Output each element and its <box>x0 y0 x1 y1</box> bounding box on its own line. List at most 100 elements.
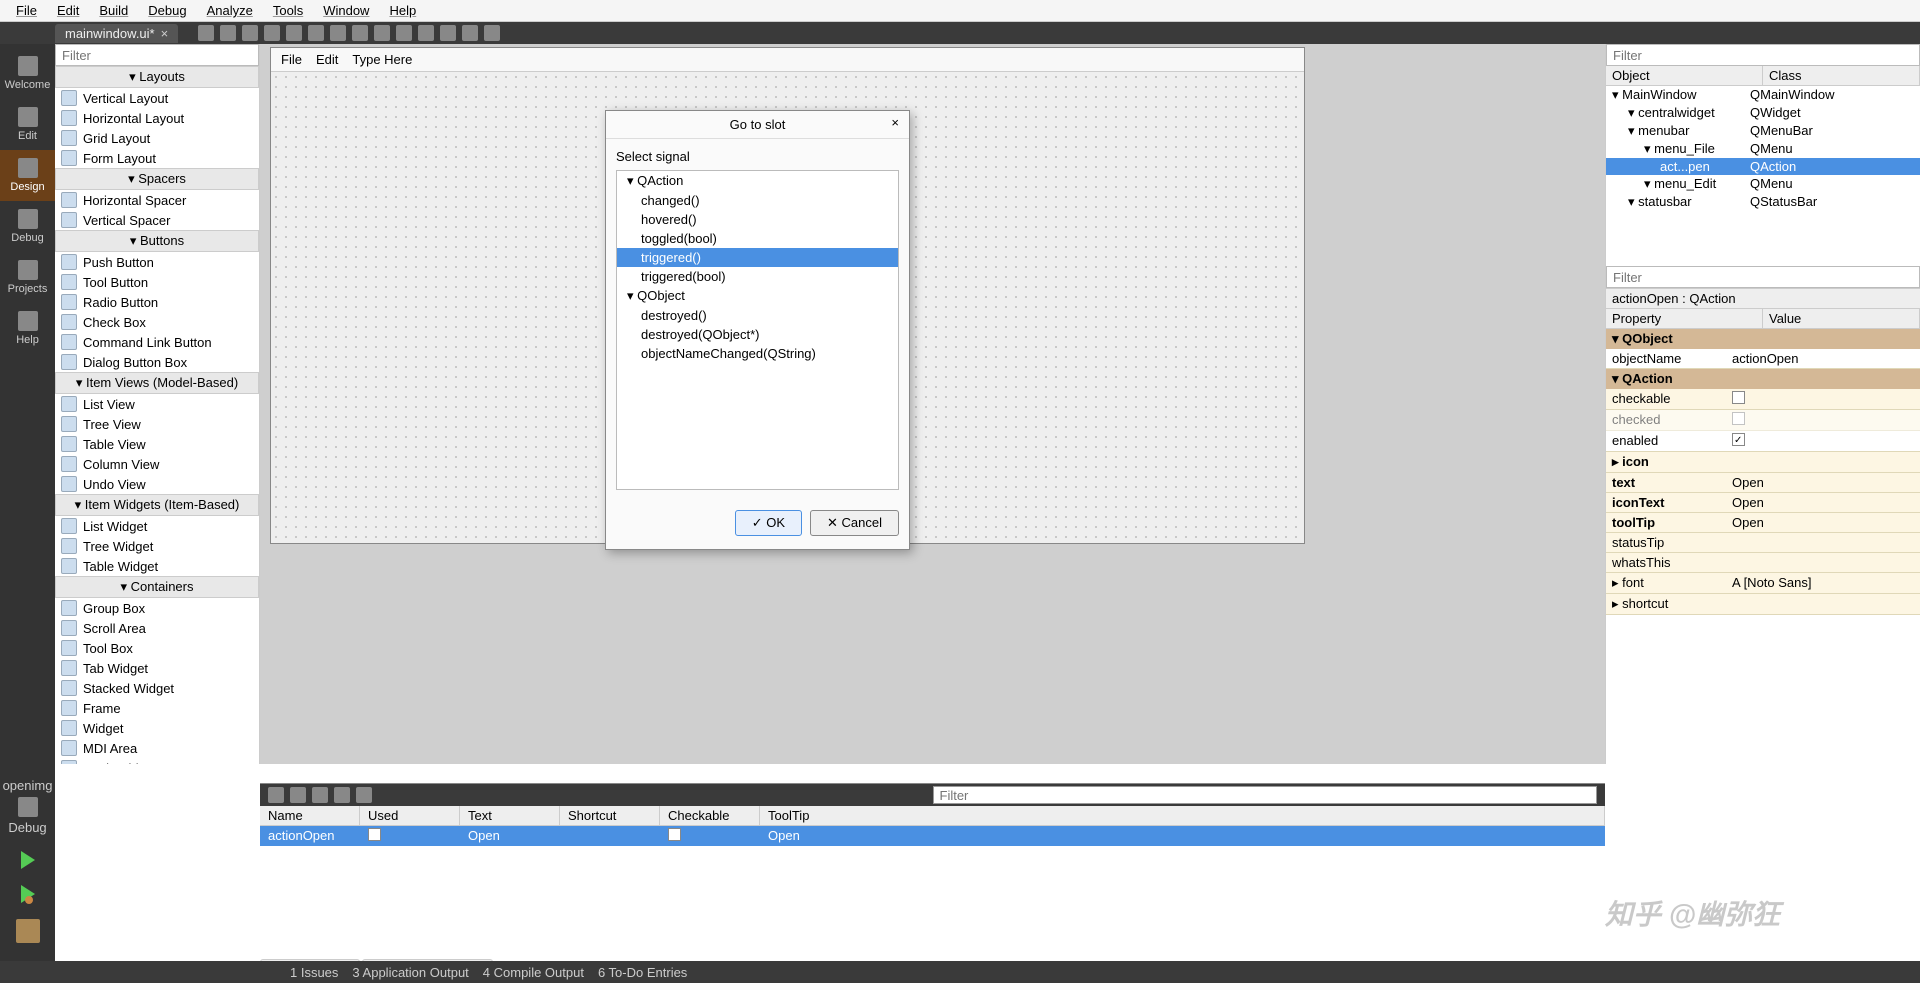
widget-item[interactable]: Dialog Button Box <box>55 352 259 372</box>
toolbar-icon[interactable] <box>308 25 324 41</box>
widget-item[interactable]: Widget <box>55 718 259 738</box>
menu-help[interactable]: Help <box>381 1 424 20</box>
object-row[interactable]: ▾ menubarQMenuBar <box>1606 122 1920 140</box>
toolbar-icon[interactable] <box>220 25 236 41</box>
output-tab[interactable]: 1 Issues <box>290 965 338 980</box>
object-filter-input[interactable] <box>1606 44 1920 66</box>
menu-debug[interactable]: Debug <box>140 1 194 20</box>
ok-button[interactable]: ✓ OK <box>735 510 802 536</box>
widget-item[interactable]: Tree View <box>55 414 259 434</box>
widget-item[interactable]: Undo View <box>55 474 259 494</box>
object-row[interactable]: ▾ menu_FileQMenu <box>1606 140 1920 158</box>
delete-icon[interactable] <box>334 787 350 803</box>
toolbar-icon[interactable] <box>352 25 368 41</box>
run-debug-icon[interactable] <box>21 885 35 903</box>
toolbar-icon[interactable] <box>330 25 346 41</box>
widget-item[interactable]: Vertical Layout <box>55 88 259 108</box>
object-row[interactable]: ▾ menu_EditQMenu <box>1606 175 1920 193</box>
widget-item[interactable]: Table View <box>55 434 259 454</box>
menu-file[interactable]: File <box>8 1 45 20</box>
menu-window[interactable]: Window <box>315 1 377 20</box>
property-row[interactable]: checkable <box>1606 389 1920 410</box>
toolbar-icon[interactable] <box>440 25 456 41</box>
menu-edit[interactable]: Edit <box>49 1 87 20</box>
property-list[interactable]: ▾ QObjectobjectNameactionOpen▾ QActionch… <box>1606 329 1920 764</box>
toolbar-icon[interactable] <box>462 25 478 41</box>
property-row[interactable]: ▸ fontA [Noto Sans] <box>1606 573 1920 594</box>
toolbar-icon[interactable] <box>418 25 434 41</box>
form-menu-item[interactable]: Edit <box>316 52 338 67</box>
property-row[interactable]: ▸ shortcut <box>1606 594 1920 615</box>
form-menubar[interactable]: FileEditType Here <box>271 48 1304 72</box>
property-row[interactable]: textOpen <box>1606 473 1920 493</box>
widget-category[interactable]: ▾ Containers <box>55 576 259 598</box>
object-tree[interactable]: ▾ MainWindowQMainWindow▾ centralwidgetQW… <box>1606 86 1920 266</box>
toolbar-icon[interactable] <box>484 25 500 41</box>
form-menu-item[interactable]: Type Here <box>352 52 412 67</box>
signal-item[interactable]: destroyed(QObject*) <box>617 325 898 344</box>
new-action-icon[interactable] <box>268 787 284 803</box>
output-tab[interactable]: 4 Compile Output <box>483 965 584 980</box>
signal-item[interactable]: hovered() <box>617 210 898 229</box>
widget-item[interactable]: Column View <box>55 454 259 474</box>
widget-item[interactable]: List Widget <box>55 516 259 536</box>
widget-item[interactable]: Tab Widget <box>55 658 259 678</box>
property-group[interactable]: ▾ QObject <box>1606 329 1920 349</box>
widget-category[interactable]: ▾ Buttons <box>55 230 259 252</box>
property-row[interactable]: iconTextOpen <box>1606 493 1920 513</box>
mode-debug[interactable]: Debug <box>0 201 55 252</box>
widget-category[interactable]: ▾ Item Widgets (Item-Based) <box>55 494 259 516</box>
property-row[interactable]: ▸ icon <box>1606 452 1920 473</box>
widget-category[interactable]: ▾ Item Views (Model-Based) <box>55 372 259 394</box>
build-icon[interactable] <box>16 919 40 943</box>
mode-projects[interactable]: Projects <box>0 252 55 303</box>
copy-icon[interactable] <box>290 787 306 803</box>
widget-item[interactable]: Stacked Widget <box>55 678 259 698</box>
widget-item[interactable]: Tool Box <box>55 638 259 658</box>
widget-item[interactable]: Grid Layout <box>55 128 259 148</box>
property-row[interactable]: objectNameactionOpen <box>1606 349 1920 369</box>
widget-item[interactable]: Scroll Area <box>55 618 259 638</box>
action-row[interactable]: actionOpen Open Open <box>260 826 1605 846</box>
object-row[interactable]: ▾ MainWindowQMainWindow <box>1606 86 1920 104</box>
property-group[interactable]: ▾ QAction <box>1606 369 1920 389</box>
widget-item[interactable]: Tree Widget <box>55 536 259 556</box>
list-icon[interactable] <box>356 787 372 803</box>
widget-item[interactable]: Frame <box>55 698 259 718</box>
mode-help[interactable]: Help <box>0 303 55 354</box>
menu-tools[interactable]: Tools <box>265 1 311 20</box>
property-row[interactable]: toolTipOpen <box>1606 513 1920 533</box>
project-selector[interactable]: openimg Debug <box>3 778 53 835</box>
property-row[interactable]: checked <box>1606 410 1920 431</box>
signal-item[interactable]: toggled(bool) <box>617 229 898 248</box>
property-row[interactable]: whatsThis <box>1606 553 1920 573</box>
object-row[interactable]: ▾ statusbarQStatusBar <box>1606 193 1920 211</box>
signal-tree[interactable]: ▾ QActionchanged()hovered()toggled(bool)… <box>616 170 899 490</box>
menu-build[interactable]: Build <box>91 1 136 20</box>
toolbar-icon[interactable] <box>374 25 390 41</box>
widget-item[interactable]: Check Box <box>55 312 259 332</box>
output-tab[interactable]: 6 To-Do Entries <box>598 965 687 980</box>
toolbar-icon[interactable] <box>198 25 214 41</box>
toolbar-icon[interactable] <box>396 25 412 41</box>
signal-item[interactable]: destroyed() <box>617 306 898 325</box>
close-icon[interactable]: × <box>161 26 169 41</box>
object-row[interactable]: act...penQAction <box>1606 158 1920 175</box>
signal-item[interactable]: ▾ QObject <box>617 286 898 306</box>
property-filter-input[interactable] <box>1606 266 1920 288</box>
widget-item[interactable]: Dock Widget <box>55 758 259 764</box>
widget-category[interactable]: ▾ Layouts <box>55 66 259 88</box>
signal-item[interactable]: objectNameChanged(QString) <box>617 344 898 363</box>
widget-item[interactable]: Vertical Spacer <box>55 210 259 230</box>
close-icon[interactable]: × <box>891 115 899 130</box>
menu-analyze[interactable]: Analyze <box>199 1 261 20</box>
widget-item[interactable]: Table Widget <box>55 556 259 576</box>
output-tab[interactable]: 3 Application Output <box>352 965 468 980</box>
widget-item[interactable]: Radio Button <box>55 292 259 312</box>
signal-item[interactable]: ▾ QAction <box>617 171 898 191</box>
widget-category[interactable]: ▾ Spacers <box>55 168 259 190</box>
run-icon[interactable] <box>21 851 35 869</box>
widget-item[interactable]: Horizontal Layout <box>55 108 259 128</box>
property-row[interactable]: statusTip <box>1606 533 1920 553</box>
cancel-button[interactable]: ✕ Cancel <box>810 510 899 536</box>
